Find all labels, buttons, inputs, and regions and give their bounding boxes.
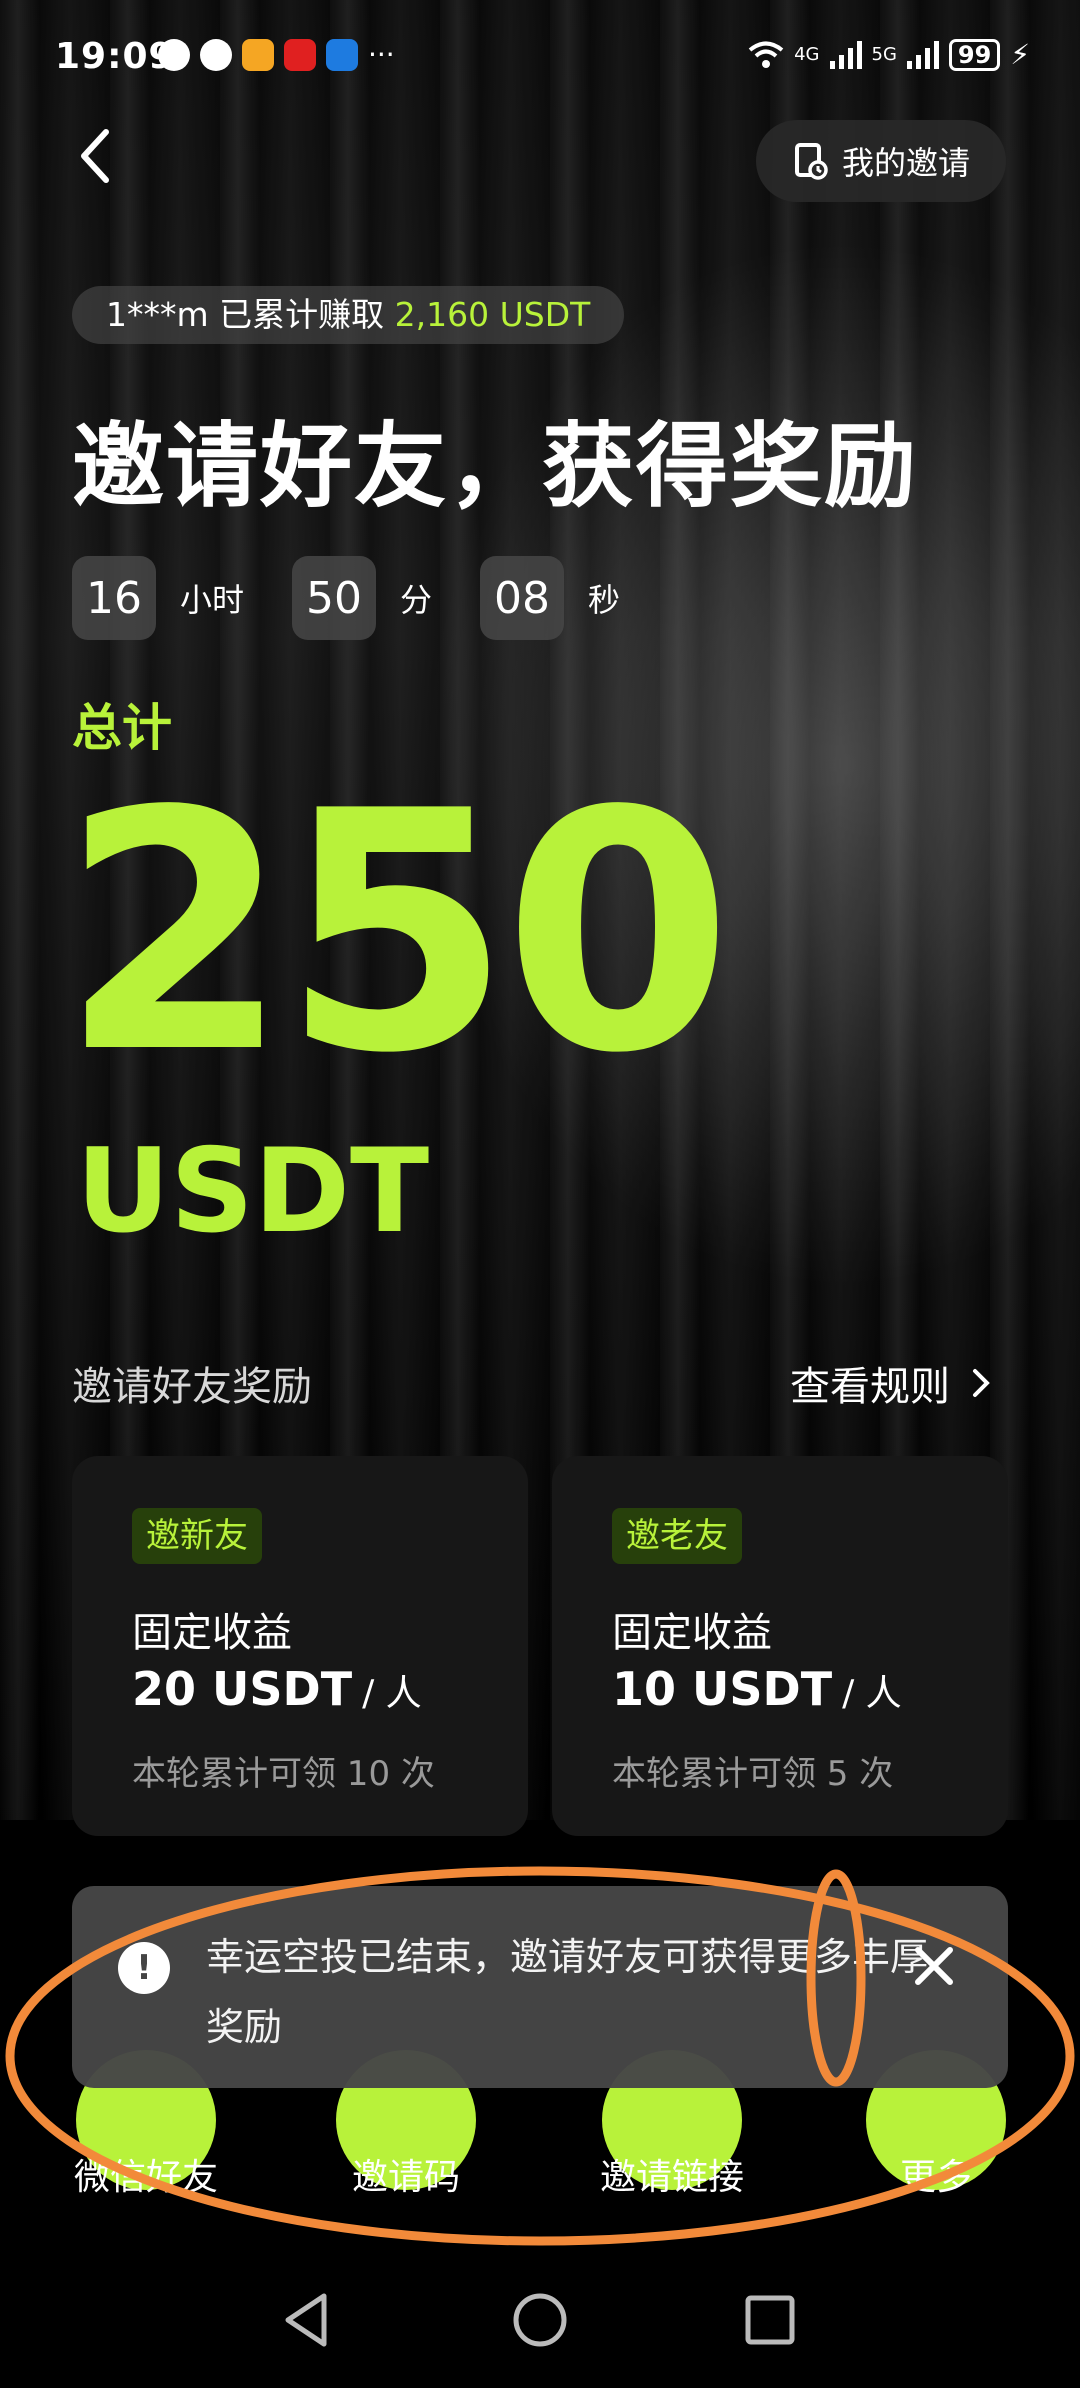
network-label-1: 4G bbox=[794, 44, 820, 65]
network-label-2: 5G bbox=[871, 44, 897, 65]
countdown-hours: 16 bbox=[72, 556, 156, 640]
earned-summary-pill: 1***m 已累计赚取 2,160 USDT bbox=[72, 286, 625, 344]
battery-indicator: 99 bbox=[948, 38, 1001, 71]
more-notifications: ··· bbox=[368, 38, 395, 71]
signal-icon bbox=[829, 40, 862, 69]
invite-record-icon bbox=[794, 143, 828, 180]
share-label-wechat[interactable]: 微信好友 bbox=[21, 2148, 271, 2200]
nav-recents-icon[interactable] bbox=[740, 2290, 800, 2350]
qq-icon bbox=[158, 38, 190, 71]
app-icon bbox=[284, 38, 316, 71]
countdown-minutes-unit: 分 bbox=[400, 581, 433, 619]
share-label-invite-link[interactable]: 邀请链接 bbox=[547, 2148, 797, 2200]
airdrop-ended-toast: ! 幸运空投已结束，邀请好友可获得更多丰厚奖励 bbox=[72, 1886, 1008, 2088]
countdown-seconds-unit: 秒 bbox=[588, 581, 621, 619]
system-navigation-bar bbox=[0, 2250, 1080, 2388]
total-amount: 250 bbox=[60, 741, 733, 1125]
reward-tag: 邀新友 bbox=[132, 1508, 262, 1564]
countdown-timer: 16 小时 50 分 08 秒 bbox=[72, 556, 668, 640]
charging-icon: ⚡ bbox=[1010, 38, 1030, 71]
reward-amount: 10 USDT bbox=[612, 1662, 833, 1716]
reward-card-new-friend: 邀新友 固定收益 20 USDT / 人 本轮累计可领 10 次 bbox=[72, 1456, 528, 1836]
notification-icons: ··· bbox=[158, 38, 395, 71]
countdown-seconds: 08 bbox=[480, 556, 565, 640]
close-icon[interactable] bbox=[904, 1936, 964, 1996]
reward-note: 本轮累计可领 5 次 bbox=[612, 1754, 894, 1794]
nav-home-icon[interactable] bbox=[510, 2290, 570, 2350]
reward-per: / 人 bbox=[842, 1673, 902, 1714]
reward-type: 固定收益 bbox=[132, 1610, 292, 1656]
chat-icon bbox=[200, 38, 232, 71]
share-label-more[interactable]: 更多 bbox=[811, 2148, 1061, 2200]
page-title: 邀请好友，获得奖励 bbox=[72, 413, 919, 520]
reward-card-old-friend: 邀老友 固定收益 10 USDT / 人 本轮累计可领 5 次 bbox=[552, 1456, 1008, 1836]
signal-icon-2 bbox=[906, 40, 939, 69]
info-icon: ! bbox=[118, 1942, 170, 1994]
earned-user: 1***m bbox=[106, 295, 209, 334]
mail-icon bbox=[242, 38, 274, 71]
chevron-right-icon bbox=[973, 1369, 990, 1397]
reward-type: 固定收益 bbox=[612, 1610, 772, 1656]
reward-amount-row: 20 USDT / 人 bbox=[132, 1662, 422, 1716]
reward-tag: 邀老友 bbox=[612, 1508, 742, 1564]
countdown-hours-unit: 小时 bbox=[180, 581, 245, 619]
back-arrow-icon[interactable] bbox=[76, 126, 116, 186]
my-invite-button[interactable]: 我的邀请 bbox=[755, 120, 1006, 202]
view-rules-label: 查看规则 bbox=[790, 1364, 950, 1410]
reward-per: / 人 bbox=[362, 1673, 422, 1714]
reward-amount: 20 USDT bbox=[132, 1662, 353, 1716]
status-right: 4G 5G 99 ⚡ bbox=[748, 38, 1030, 71]
rewards-section-label: 邀请好友奖励 bbox=[72, 1364, 312, 1410]
view-rules-link[interactable]: 查看规则 bbox=[790, 1354, 990, 1412]
share-label-invite-code[interactable]: 邀请码 bbox=[281, 2148, 531, 2200]
toast-message: 幸运空投已结束，邀请好友可获得更多丰厚奖励 bbox=[206, 1935, 929, 2049]
status-time: 19:09 bbox=[55, 36, 175, 77]
my-invite-label: 我的邀请 bbox=[841, 144, 970, 182]
reward-amount-row: 10 USDT / 人 bbox=[612, 1662, 902, 1716]
nav-back-icon[interactable] bbox=[278, 2290, 338, 2350]
earned-text: 已累计赚取 bbox=[219, 295, 385, 334]
earned-amount: 2,160 USDT bbox=[394, 295, 591, 334]
reward-note: 本轮累计可领 10 次 bbox=[132, 1754, 435, 1794]
app-blue-icon bbox=[326, 38, 358, 71]
countdown-minutes: 50 bbox=[292, 556, 377, 640]
total-unit: USDT bbox=[76, 1124, 430, 1259]
wifi-icon bbox=[748, 41, 784, 68]
